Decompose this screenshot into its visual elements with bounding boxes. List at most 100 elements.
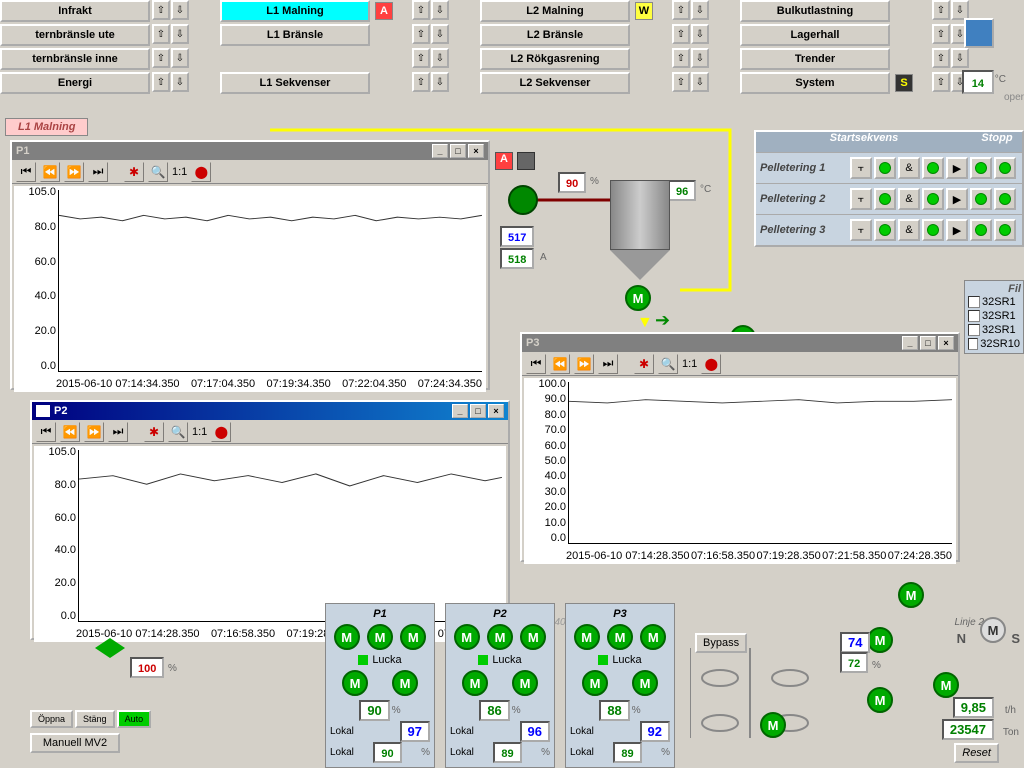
p2-lokal2[interactable]: 89	[493, 742, 521, 763]
first-icon[interactable]: ⏮	[526, 354, 546, 374]
arrow-dn-icon[interactable]: ⇩	[691, 0, 709, 20]
arrow-dn-icon[interactable]: ⇩	[431, 0, 449, 20]
pellet-play-icon[interactable]: ▶	[946, 157, 968, 179]
p1-lokal2[interactable]: 90	[373, 742, 401, 763]
pellet-and-icon[interactable]: &	[898, 188, 920, 210]
nav-l1-bransle[interactable]: L1 Bränsle	[220, 24, 370, 46]
stop-icon[interactable]: ⬤	[211, 422, 231, 442]
nav-ternbransle-inne[interactable]: ternbränsle inne	[0, 48, 150, 70]
motor-right2[interactable]: M	[898, 582, 924, 608]
motor-linje2[interactable]: M	[980, 617, 1006, 643]
motor-p2-5[interactable]: M	[512, 670, 538, 696]
trend-plot-p2[interactable]: 105.080.060.040.020.00.0 2015-06-10 07:1…	[34, 446, 506, 642]
p3-lokal2[interactable]: 89	[613, 742, 641, 763]
motor-p1-3[interactable]: M	[400, 624, 426, 650]
motor-p1-2[interactable]: M	[367, 624, 393, 650]
rewind-icon[interactable]: ⏪	[40, 162, 60, 182]
valve-icon[interactable]	[508, 185, 538, 215]
nav-l1-malning[interactable]: L1 Malning	[220, 0, 370, 22]
trend-plot-p1[interactable]: 105.080.060.040.020.00.0 2015-06-10 07:1…	[14, 186, 486, 392]
arrow-up-icon[interactable]: ⇧	[672, 48, 690, 68]
arrow-up-icon[interactable]: ⇧	[932, 0, 950, 20]
pellet-stop2-icon[interactable]	[994, 219, 1016, 241]
motor-p1-4[interactable]: M	[342, 670, 368, 696]
maximize-icon[interactable]: □	[470, 404, 486, 418]
nav-l2-sekvenser[interactable]: L2 Sekvenser	[480, 72, 630, 94]
maximize-icon[interactable]: □	[920, 336, 936, 350]
motor-p3-4[interactable]: M	[582, 670, 608, 696]
first-icon[interactable]: ⏮	[36, 422, 56, 442]
pellet-stop2-icon[interactable]	[994, 188, 1016, 210]
nav-trender[interactable]: Trender	[740, 48, 890, 70]
motor-p1-5[interactable]: M	[392, 670, 418, 696]
filter-item[interactable]: 32SR1	[967, 309, 1021, 323]
zoom-icon[interactable]: 🔍	[168, 422, 188, 442]
arrow-up-icon[interactable]: ⇧	[412, 72, 430, 92]
p1-lokal[interactable]: 97	[400, 721, 430, 742]
arrow-dn-icon[interactable]: ⇩	[431, 48, 449, 68]
pellet-start2-icon[interactable]	[922, 157, 944, 179]
arrow-dn-icon[interactable]: ⇩	[691, 24, 709, 44]
nav-l1-sekvenser[interactable]: L1 Sekvenser	[220, 72, 370, 94]
stop-icon[interactable]: ⬤	[701, 354, 721, 374]
pellet-stop1-icon[interactable]	[970, 157, 992, 179]
forward-icon[interactable]: ⏩	[64, 162, 84, 182]
nav-l2-rokgasrening[interactable]: L2 Rökgasrening	[480, 48, 630, 70]
pellet-stop1-icon[interactable]	[970, 219, 992, 241]
arrow-up-icon[interactable]: ⇧	[152, 48, 170, 68]
arrow-up-icon[interactable]: ⇧	[932, 72, 950, 92]
chart-tool-icon[interactable]: ✱	[144, 422, 164, 442]
motor-p3-3[interactable]: M	[640, 624, 666, 650]
valve-pct-100[interactable]: 100	[130, 657, 164, 678]
current-518[interactable]: 518	[500, 248, 534, 269]
pellet-stop1-icon[interactable]	[970, 188, 992, 210]
pellet-play-icon[interactable]: ▶	[946, 188, 968, 210]
stop-icon[interactable]: ⬤	[191, 162, 211, 182]
motor-p3-5[interactable]: M	[632, 670, 658, 696]
maximize-icon[interactable]: □	[450, 144, 466, 158]
arrow-up-icon[interactable]: ⇧	[152, 0, 170, 20]
auto-button[interactable]: Auto	[117, 710, 152, 728]
arrow-up-icon[interactable]: ⇧	[672, 0, 690, 20]
first-icon[interactable]: ⏮	[16, 162, 36, 182]
zoom-icon[interactable]: 🔍	[658, 354, 678, 374]
chart-tool-icon[interactable]: ✱	[124, 162, 144, 182]
close-icon[interactable]: ×	[468, 144, 484, 158]
pellet-start2-icon[interactable]	[922, 219, 944, 241]
nav-l2-bransle[interactable]: L2 Bränsle	[480, 24, 630, 46]
trend-title-p1[interactable]: P1 _ □ ×	[12, 142, 488, 160]
arrow-up-icon[interactable]: ⇧	[932, 48, 950, 68]
forward-icon[interactable]: ⏩	[574, 354, 594, 374]
last-icon[interactable]: ⏭	[88, 162, 108, 182]
zoom-icon[interactable]: 🔍	[148, 162, 168, 182]
close-icon[interactable]: ×	[938, 336, 954, 350]
home-icon[interactable]	[964, 18, 994, 48]
filter-item[interactable]: 32SR10	[967, 337, 1021, 351]
p1-pct[interactable]: 90	[359, 700, 389, 721]
motor-hopper[interactable]: M	[625, 285, 651, 311]
motor-p3-2[interactable]: M	[607, 624, 633, 650]
stang-button[interactable]: Stäng	[75, 710, 115, 728]
rewind-icon[interactable]: ⏪	[60, 422, 80, 442]
minimize-icon[interactable]: _	[432, 144, 448, 158]
nav-ternbransle-ute[interactable]: ternbränsle ute	[0, 24, 150, 46]
forward-icon[interactable]: ⏩	[84, 422, 104, 442]
val-985[interactable]: 9,85	[953, 697, 994, 718]
arrow-dn-icon[interactable]: ⇩	[431, 72, 449, 92]
motor-conveyor2[interactable]: M	[867, 627, 893, 653]
trend-plot-p3[interactable]: 100.090.080.070.060.050.040.030.020.010.…	[524, 378, 956, 564]
current-517[interactable]: 517	[500, 226, 534, 247]
minimize-icon[interactable]: _	[902, 336, 918, 350]
trend-title-p2[interactable]: P2 _ □ ×	[32, 402, 508, 420]
val-72[interactable]: 72	[840, 652, 868, 673]
pellet-start-icon[interactable]	[874, 219, 896, 241]
close-icon[interactable]: ×	[488, 404, 504, 418]
arrow-dn-icon[interactable]: ⇩	[691, 72, 709, 92]
motor-p2-2[interactable]: M	[487, 624, 513, 650]
arrow-dn-icon[interactable]: ⇩	[171, 48, 189, 68]
arrow-up-icon[interactable]: ⇧	[932, 24, 950, 44]
nav-infrakt[interactable]: Infrakt	[0, 0, 150, 22]
motor-p2-4[interactable]: M	[462, 670, 488, 696]
pellet-stop2-icon[interactable]	[994, 157, 1016, 179]
last-icon[interactable]: ⏭	[108, 422, 128, 442]
